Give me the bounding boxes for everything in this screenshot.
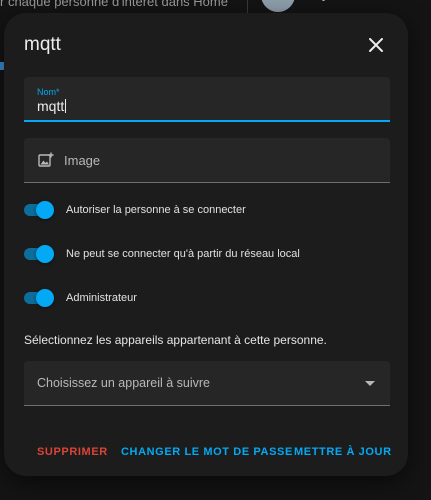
switch-row-allow-login: Autoriser la personne à se connecter [24,200,246,220]
device-select-placeholder: Choisissez un appareil à suivre [37,376,211,390]
local-only-label: Ne peut se connecter qu'à partir du rése… [66,248,300,260]
change-password-button[interactable]: CHANGER LE MOT DE PASSE [121,446,293,458]
switch-row-admin: Administrateur [24,288,137,308]
name-input[interactable]: mqtt [37,98,67,114]
close-button[interactable] [362,31,390,59]
background-avatar [261,0,295,12]
text-caret [65,99,67,113]
toggle-thumb [36,245,54,263]
toggle-thumb [36,289,54,307]
background-dot [322,0,325,1]
person-dialog: mqtt Nom* mqtt Image Autoriser la person… [4,13,408,476]
admin-toggle[interactable] [24,288,54,308]
devices-heading: Sélectionnez les appareils appartenant à… [24,333,327,347]
device-select[interactable]: Choisissez un appareil à suivre [24,361,390,406]
local-only-toggle[interactable] [24,244,54,264]
admin-label: Administrateur [66,292,137,304]
image-picker-label: Image [64,153,101,168]
allow-login-label: Autoriser la personne à se connecter [66,204,246,216]
close-icon [369,38,383,52]
image-picker[interactable]: Image [24,138,390,183]
update-button[interactable]: METTRE À JOUR [294,446,392,458]
dialog-title: mqtt [24,34,61,55]
background-description-text: r chaque personne d'intérêt dans Home [0,0,228,9]
toggle-thumb [36,201,54,219]
name-field[interactable]: Nom* mqtt [24,77,390,122]
allow-login-toggle[interactable] [24,200,54,220]
switch-row-local-only: Ne peut se connecter qu'à partir du rése… [24,244,300,264]
name-input-value: mqtt [37,98,65,114]
dropdown-arrow-icon [365,381,375,386]
background-divider [247,0,248,14]
delete-button[interactable]: SUPPRIMER [37,446,108,458]
image-plus-icon [38,152,54,167]
name-field-label: Nom* [37,87,60,97]
